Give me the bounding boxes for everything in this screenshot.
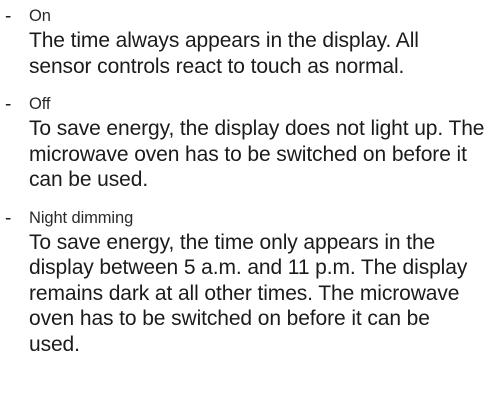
display-settings-document: - On The time always appears in the disp…: [0, 0, 486, 401]
option-label: Night dimming: [29, 208, 134, 227]
option-label: Off: [29, 95, 51, 113]
list-bullet: -: [5, 6, 12, 27]
option-description: To save energy, the display does not lig…: [29, 117, 485, 191]
option-description: The time always appears in the display. …: [29, 29, 419, 78]
list-bullet: -: [5, 207, 12, 229]
option-night-dimming: - Night dimming To save energy, the time…: [5, 206, 486, 358]
option-label: On: [29, 7, 51, 25]
option-on: - On The time always appears in the disp…: [5, 4, 486, 79]
option-description: To save energy, the time only appears in…: [29, 230, 468, 356]
list-bullet: -: [5, 94, 12, 115]
option-off: - Off To save energy, the display does n…: [5, 92, 486, 193]
